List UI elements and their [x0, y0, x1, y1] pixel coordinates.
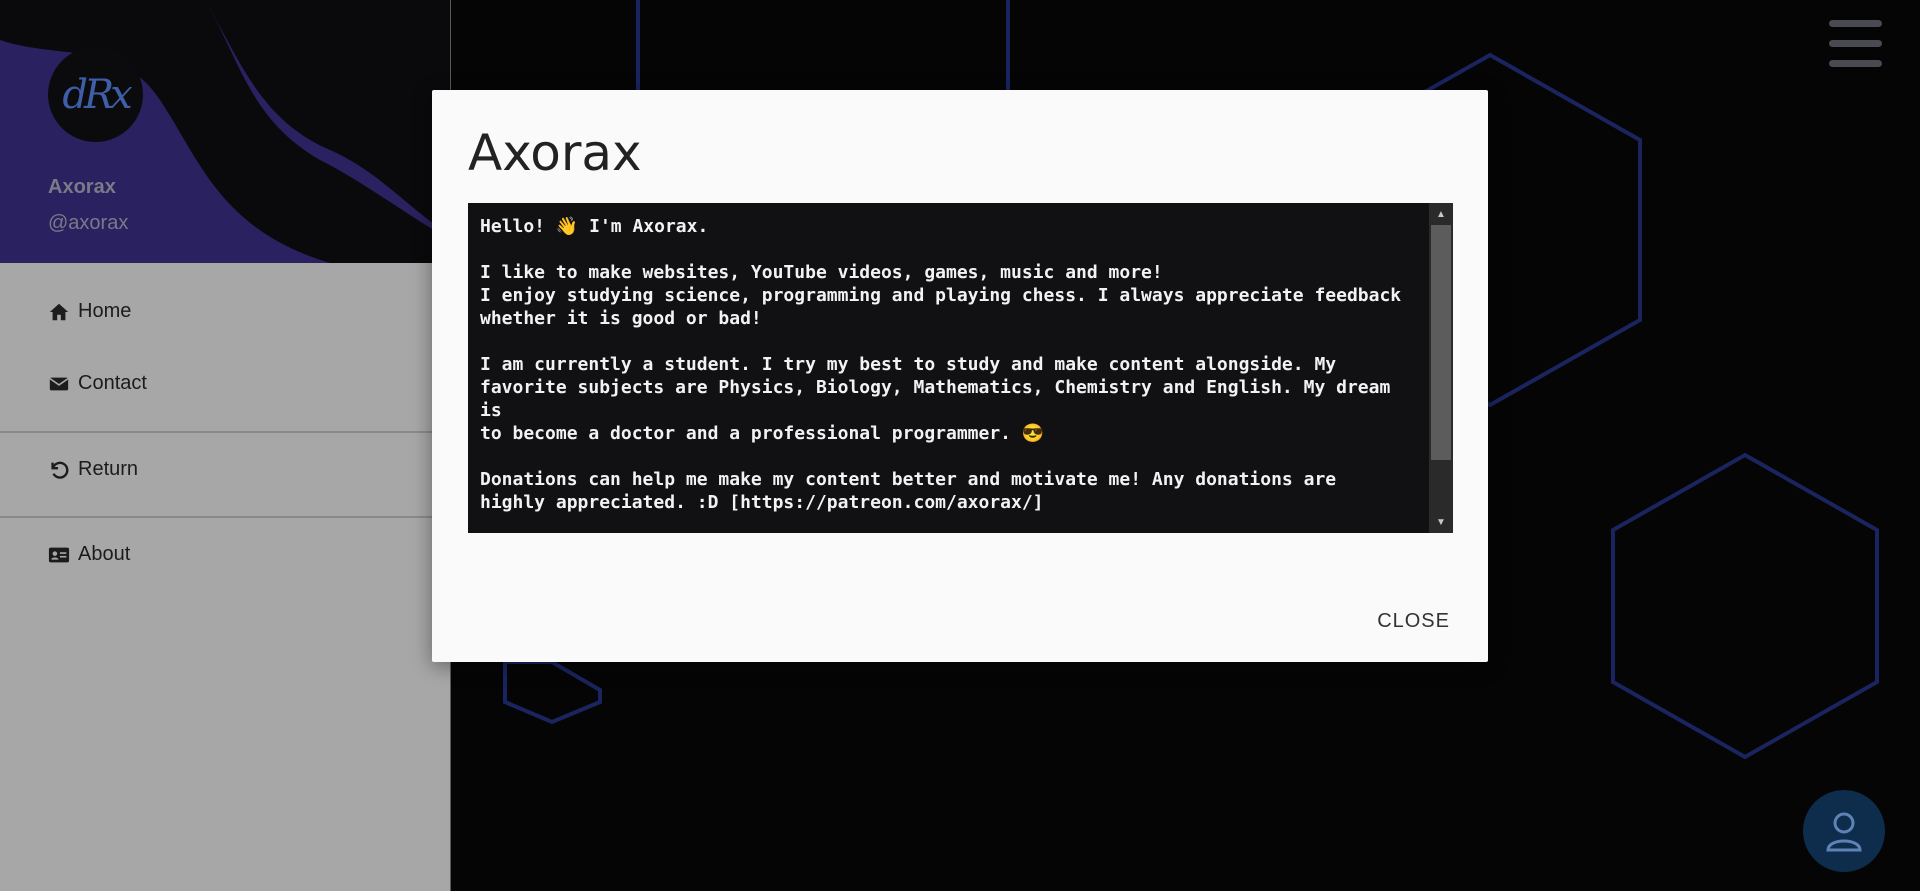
envelope-icon [49, 377, 69, 390]
bio-text: Hello! 👋 I'm Axorax. I like to make webs… [480, 216, 1402, 513]
sidebar-nav [0, 263, 450, 891]
nav-label-about: About [78, 543, 131, 565]
scroll-thumb[interactable] [1431, 225, 1451, 460]
about-modal: Axorax Hello! 👋 I'm Axorax. I like to ma… [432, 90, 1488, 662]
modal-title: Axorax [468, 124, 642, 182]
nav-label-contact: Contact [78, 372, 147, 394]
nav-divider [0, 431, 450, 433]
nav-item-contact[interactable]: Contact [48, 372, 147, 395]
hamburger-icon [1829, 40, 1882, 47]
nav-label-return: Return [78, 458, 139, 480]
hamburger-icon [1829, 60, 1882, 67]
nav-item-return[interactable]: Return [48, 458, 138, 481]
nav-item-home[interactable]: Home [48, 300, 131, 323]
nav-item-about[interactable]: About [48, 543, 130, 566]
scrollbar[interactable]: ▲ ▼ [1429, 203, 1453, 533]
sidebar: dRx Axorax @axorax Home Contact Return A… [0, 0, 451, 891]
nav-label-home: Home [78, 300, 132, 322]
close-button[interactable]: CLOSE [1371, 609, 1456, 634]
scroll-up-icon[interactable]: ▲ [1429, 203, 1453, 225]
profile-name: Axorax [48, 176, 116, 198]
hamburger-icon [1829, 20, 1882, 27]
sidebar-header: dRx Axorax @axorax [0, 0, 450, 263]
profile-handle: @axorax [48, 212, 129, 234]
avatar[interactable]: dRx [48, 47, 143, 142]
avatar-logo: dRx [62, 71, 132, 118]
home-icon [49, 303, 69, 320]
bio-textarea[interactable]: Hello! 👋 I'm Axorax. I like to make webs… [468, 203, 1453, 533]
user-button[interactable] [1803, 790, 1885, 872]
user-icon [1826, 812, 1862, 852]
scroll-down-icon[interactable]: ▼ [1429, 511, 1453, 533]
undo-icon [51, 461, 69, 479]
nav-divider [0, 516, 450, 518]
id-card-icon [48, 547, 70, 562]
menu-button[interactable] [1829, 20, 1882, 68]
